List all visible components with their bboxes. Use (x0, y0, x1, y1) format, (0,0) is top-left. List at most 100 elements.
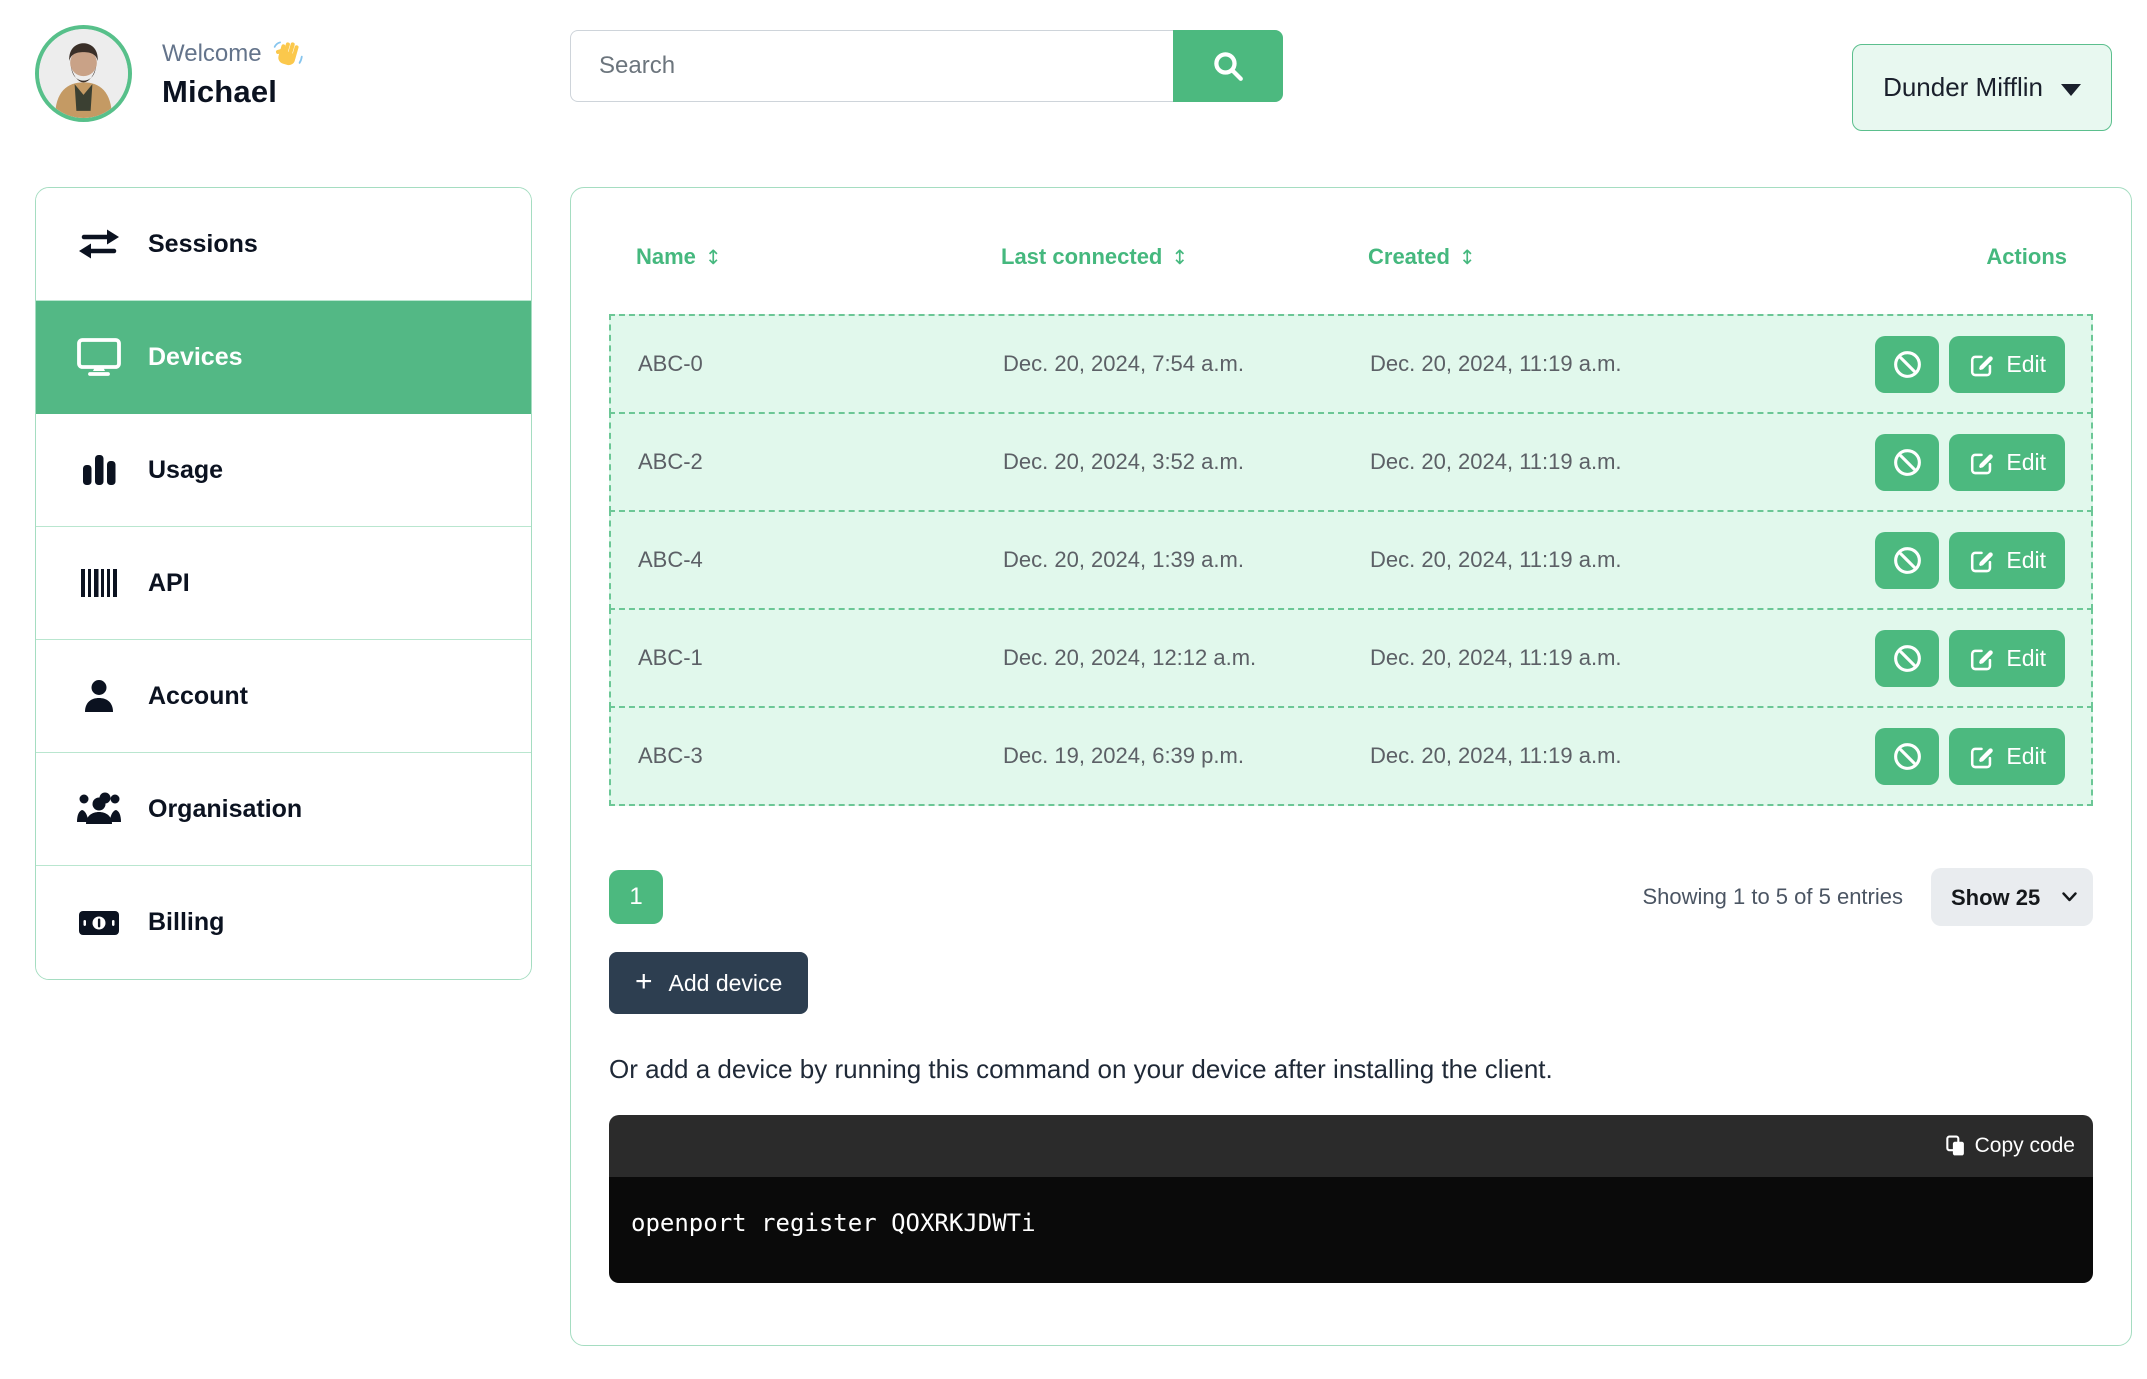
sidebar-item-billing[interactable]: Billing (36, 866, 531, 979)
edit-icon (1968, 351, 1995, 378)
sidebar-item-label: Account (148, 682, 248, 711)
sidebar-item-devices[interactable]: Devices (36, 301, 531, 414)
sidebar-item-label: Billing (148, 908, 224, 937)
sidebar-item-sessions[interactable]: Sessions (36, 188, 531, 301)
device-created: Dec. 20, 2024, 11:19 a.m. (1370, 449, 1875, 475)
ban-device-button[interactable] (1875, 630, 1939, 687)
device-name: ABC-1 (638, 645, 1003, 671)
table-row: ABC-1 Dec. 20, 2024, 12:12 a.m. Dec. 20,… (609, 608, 2093, 708)
user-photo-icon (39, 29, 128, 118)
avatar (35, 25, 132, 122)
entries-summary: Showing 1 to 5 of 5 entries (1643, 884, 1904, 910)
sidebar-item-label: Sessions (148, 230, 258, 259)
page-size-select[interactable]: Show 25 (1931, 868, 2093, 926)
edit-device-button[interactable]: Edit (1949, 630, 2065, 687)
device-name: ABC-0 (638, 351, 1003, 377)
user-name: Michael (162, 74, 304, 110)
copy-icon (1945, 1135, 1966, 1157)
people-icon (76, 790, 122, 828)
search-bar (570, 30, 1283, 102)
bar-chart-icon (76, 452, 122, 488)
code-block-header: Copy code (609, 1115, 2093, 1177)
column-header-last-connected[interactable]: Last connected ↕ (1001, 244, 1368, 270)
code-block-body: openport register QOXRKJDWTi (609, 1177, 2093, 1283)
exchange-arrows-icon (76, 227, 122, 261)
column-header-actions: Actions (1986, 244, 2067, 270)
plus-icon: + (635, 967, 653, 997)
edit-button-label: Edit (2006, 743, 2046, 770)
search-input[interactable] (570, 30, 1173, 102)
edit-icon (1968, 645, 1995, 672)
devices-page: Welcome Michael (0, 0, 2147, 1379)
user-text: Welcome Michael (162, 38, 304, 110)
edit-icon (1968, 449, 1995, 476)
org-selector-button[interactable]: Dunder Mifflin (1852, 44, 2112, 131)
caret-down-icon (2061, 84, 2081, 96)
device-last-connected: Dec. 20, 2024, 3:52 a.m. (1003, 449, 1370, 475)
device-created: Dec. 20, 2024, 11:19 a.m. (1370, 351, 1875, 377)
device-last-connected: Dec. 20, 2024, 12:12 a.m. (1003, 645, 1370, 671)
sidebar-item-label: Usage (148, 456, 223, 485)
sort-icon: ↕ (1459, 245, 1476, 269)
table-header: Name ↕ Last connected ↕ Created ↕ Action… (609, 218, 2093, 314)
device-name: ABC-3 (638, 743, 1003, 769)
ban-icon (1891, 544, 1924, 577)
device-created: Dec. 20, 2024, 11:19 a.m. (1370, 547, 1875, 573)
org-selector-label: Dunder Mifflin (1883, 72, 2043, 103)
monitor-icon (76, 336, 122, 378)
top-bar: Welcome Michael (0, 0, 2147, 131)
add-device-button[interactable]: + Add device (609, 952, 808, 1014)
edit-device-button[interactable]: Edit (1949, 336, 2065, 393)
ban-device-button[interactable] (1875, 532, 1939, 589)
edit-device-button[interactable]: Edit (1949, 728, 2065, 785)
sidebar-item-label: Organisation (148, 795, 302, 824)
register-command: openport register QOXRKJDWTi (631, 1209, 1036, 1237)
sidebar-item-usage[interactable]: Usage (36, 414, 531, 527)
edit-button-label: Edit (2006, 449, 2046, 476)
money-bill-icon (76, 908, 122, 938)
table-row: ABC-4 Dec. 20, 2024, 1:39 a.m. Dec. 20, … (609, 510, 2093, 610)
sidebar: Sessions Devices (35, 187, 532, 980)
page-1-button[interactable]: 1 (609, 870, 663, 924)
person-icon (76, 677, 122, 715)
edit-device-button[interactable]: Edit (1949, 434, 2065, 491)
copy-code-label: Copy code (1975, 1134, 2075, 1158)
greeting-text: Welcome (162, 40, 262, 68)
table-row: ABC-3 Dec. 19, 2024, 6:39 p.m. Dec. 20, … (609, 706, 2093, 806)
ban-device-button[interactable] (1875, 728, 1939, 785)
device-name: ABC-2 (638, 449, 1003, 475)
sidebar-item-api[interactable]: API (36, 527, 531, 640)
content-area: Sessions Devices (0, 187, 2147, 1346)
page-size-select-wrap: Show 25 (1931, 868, 2093, 926)
search-icon (1211, 49, 1245, 83)
device-last-connected: Dec. 20, 2024, 7:54 a.m. (1003, 351, 1370, 377)
column-header-created[interactable]: Created ↕ (1368, 244, 1986, 270)
edit-button-label: Edit (2006, 547, 2046, 574)
sidebar-item-label: Devices (148, 343, 243, 372)
welcome-line: Welcome (162, 38, 304, 70)
search-button[interactable] (1173, 30, 1283, 102)
devices-panel: Name ↕ Last connected ↕ Created ↕ Action… (570, 187, 2132, 1346)
edit-device-button[interactable]: Edit (1949, 532, 2065, 589)
ban-device-button[interactable] (1875, 434, 1939, 491)
waving-hand-icon (272, 38, 304, 70)
device-name: ABC-4 (638, 547, 1003, 573)
ban-device-button[interactable] (1875, 336, 1939, 393)
ban-icon (1891, 642, 1924, 675)
sidebar-item-label: API (148, 569, 190, 598)
add-device-label: Add device (669, 970, 783, 997)
table-row: ABC-0 Dec. 20, 2024, 7:54 a.m. Dec. 20, … (609, 314, 2093, 414)
add-device-hint: Or add a device by running this command … (609, 1054, 2093, 1085)
sort-icon: ↕ (705, 245, 722, 269)
copy-code-button[interactable]: Copy code (1945, 1134, 2075, 1158)
edit-button-label: Edit (2006, 645, 2046, 672)
pagination-bar: 1 Showing 1 to 5 of 5 entries Show 25 (609, 868, 2093, 926)
sidebar-item-organisation[interactable]: Organisation (36, 753, 531, 866)
ban-icon (1891, 348, 1924, 381)
sidebar-item-account[interactable]: Account (36, 640, 531, 753)
device-last-connected: Dec. 20, 2024, 1:39 a.m. (1003, 547, 1370, 573)
device-created: Dec. 20, 2024, 11:19 a.m. (1370, 743, 1875, 769)
table-row: ABC-2 Dec. 20, 2024, 3:52 a.m. Dec. 20, … (609, 412, 2093, 512)
edit-button-label: Edit (2006, 351, 2046, 378)
column-header-name[interactable]: Name ↕ (636, 244, 1001, 270)
